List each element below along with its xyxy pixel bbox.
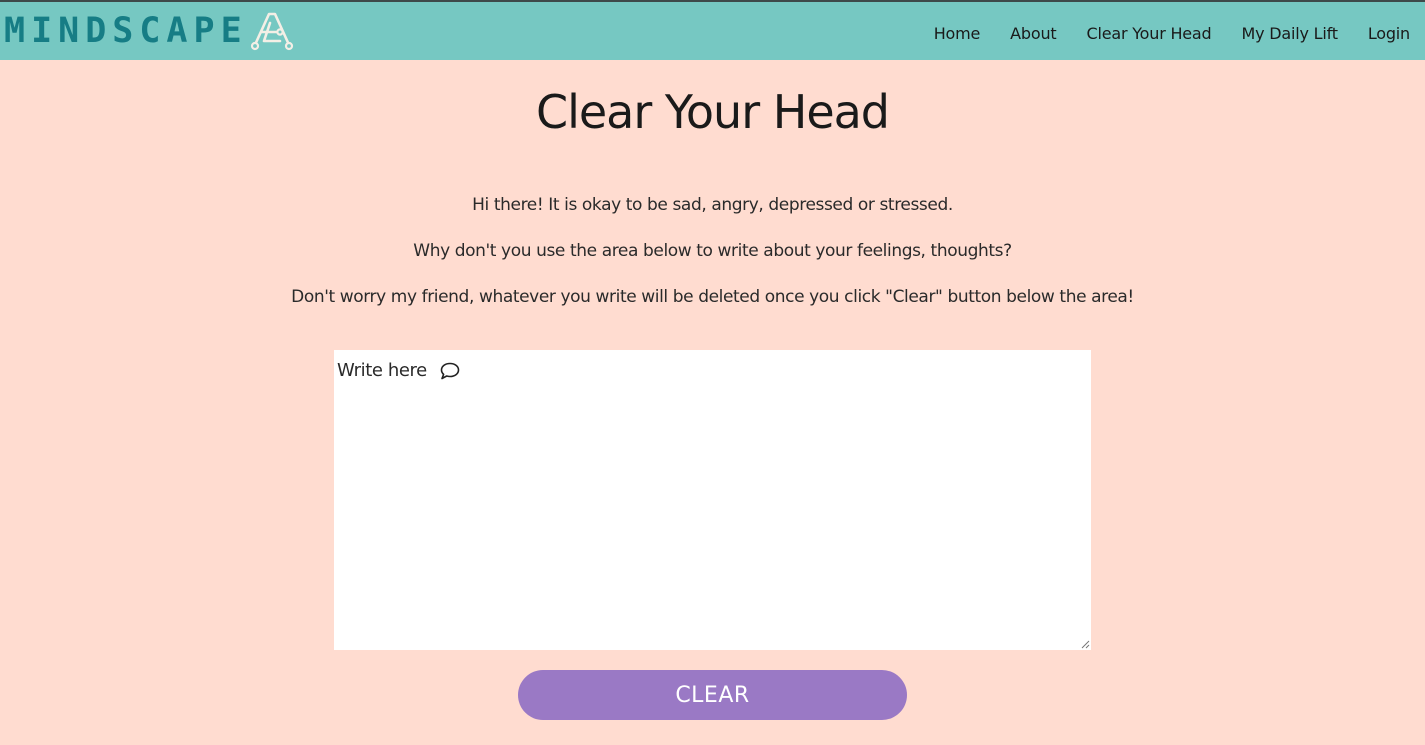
nav-links: Home About Clear Your Head My Daily Lift… <box>904 4 1410 62</box>
clear-button[interactable]: CLEAR <box>518 670 907 720</box>
page-title: Clear Your Head <box>535 85 890 139</box>
nav-home[interactable]: Home <box>934 24 981 43</box>
nav-clear-your-head[interactable]: Clear Your Head <box>1086 24 1211 43</box>
nav-about[interactable]: About <box>1010 24 1057 43</box>
resize-grip-icon[interactable] <box>1080 639 1090 649</box>
brand-name: MINDSCAPE <box>4 11 248 51</box>
nav-login[interactable]: Login <box>1368 24 1410 43</box>
feelings-textarea[interactable] <box>334 350 1091 650</box>
brand-logo-link[interactable]: MINDSCAPE <box>4 10 294 52</box>
feelings-textarea-container: Write here <box>334 350 1091 650</box>
intro-line-3: Don't worry my friend, whatever you writ… <box>291 287 1134 307</box>
intro-line-1: Hi there! It is okay to be sad, angry, d… <box>472 195 953 215</box>
navbar: MINDSCAPE Home About Clear Your Head My … <box>0 2 1425 60</box>
mindscape-logo-icon <box>250 12 293 51</box>
nav-my-daily-lift[interactable]: My Daily Lift <box>1242 24 1339 43</box>
intro-line-2: Why don't you use the area below to writ… <box>413 241 1012 261</box>
